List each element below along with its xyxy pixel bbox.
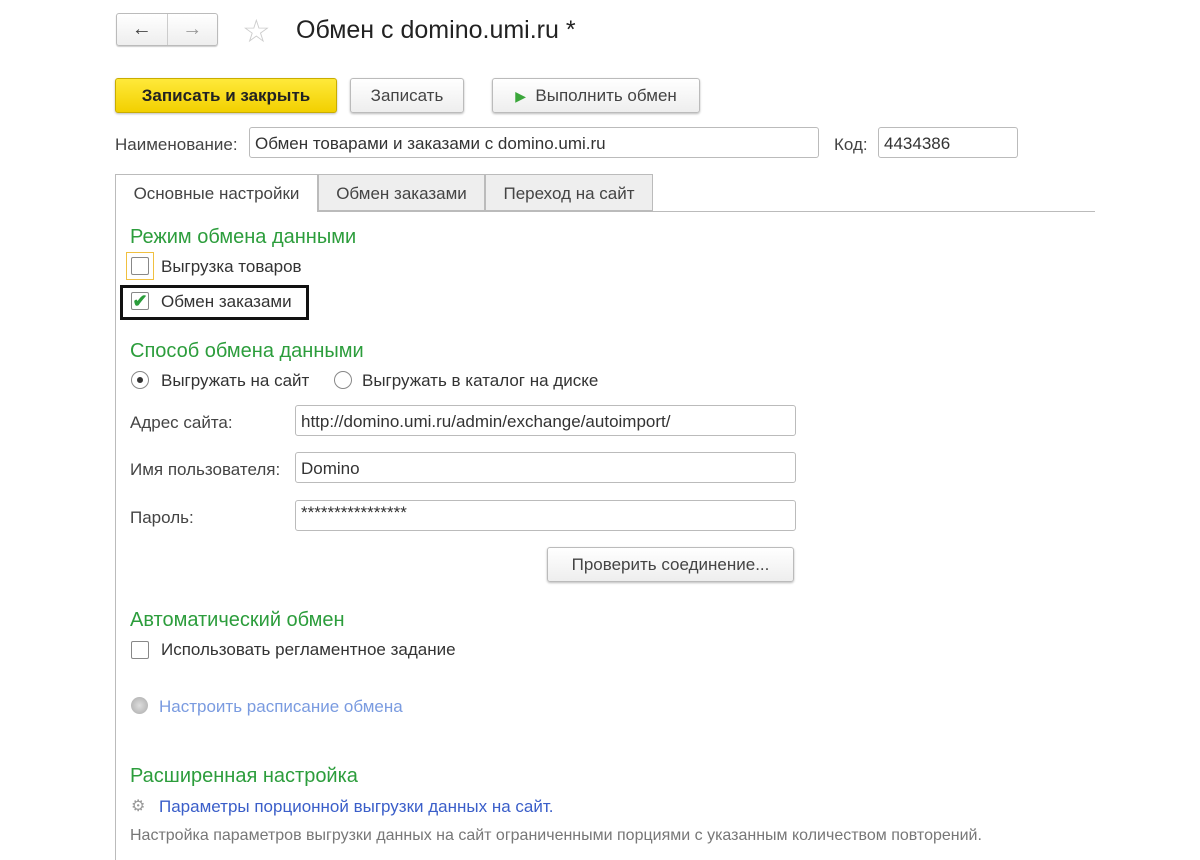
run-exchange-button[interactable]: ▶ Выполнить обмен: [492, 78, 700, 113]
tab-go-to-site[interactable]: Переход на сайт: [485, 174, 653, 211]
radio-upload-site-label: Выгружать на сайт: [161, 371, 310, 390]
radio-upload-disk-label: Выгружать в каталог на диске: [362, 371, 599, 390]
section-method-title: Способ обмена данными: [130, 340, 364, 362]
export-goods-label: Выгрузка товаров: [161, 257, 302, 276]
favorite-star-icon[interactable]: ☆: [242, 12, 271, 50]
page-title: Обмен с domino.umi.ru *: [296, 16, 576, 44]
radio-upload-disk[interactable]: [334, 371, 352, 389]
user-input[interactable]: Domino: [295, 452, 796, 483]
radio-upload-site[interactable]: [131, 371, 149, 389]
settings-gear-icon: ⚙: [131, 798, 146, 815]
orders-label: Обмен заказами: [161, 292, 292, 311]
export-goods-checkbox[interactable]: [131, 257, 149, 275]
address-input[interactable]: http://domino.umi.ru/admin/exchange/auto…: [295, 405, 796, 436]
use-task-checkbox[interactable]: [131, 641, 149, 659]
tab-main-settings[interactable]: Основные настройки: [115, 174, 318, 212]
back-button[interactable]: ←: [117, 14, 167, 45]
user-label: Имя пользователя:: [130, 460, 281, 479]
section-advanced-title: Расширенная настройка: [130, 765, 358, 787]
play-icon: ▶: [515, 88, 526, 104]
nav-buttons: ← →: [116, 13, 218, 46]
tab-orders-exchange[interactable]: Обмен заказами: [318, 174, 485, 211]
content-border: [115, 211, 116, 860]
check-connection-button[interactable]: Проверить соединение...: [547, 547, 794, 582]
section-mode-title: Режим обмена данными: [130, 226, 357, 248]
address-label: Адрес сайта:: [130, 413, 233, 432]
orders-checkbox[interactable]: ✔: [131, 292, 149, 310]
schedule-link[interactable]: Настроить расписание обмена: [159, 697, 403, 717]
save-button[interactable]: Записать: [350, 78, 464, 113]
portion-params-link[interactable]: Параметры порционной выгрузки данных на …: [159, 797, 554, 817]
save-close-button[interactable]: Записать и закрыть: [115, 78, 337, 113]
clock-icon: [131, 697, 148, 714]
section-auto-title: Автоматический обмен: [130, 609, 345, 631]
name-label: Наименование:: [115, 135, 238, 154]
name-input[interactable]: Обмен товарами и заказами с domino.umi.r…: [249, 127, 819, 158]
run-exchange-label: Выполнить обмен: [535, 86, 677, 105]
code-input[interactable]: 4434386: [878, 127, 1018, 158]
advanced-description: Настройка параметров выгрузки данных на …: [130, 827, 982, 844]
password-input[interactable]: ****************: [295, 500, 796, 531]
code-label: Код:: [834, 135, 868, 154]
password-label: Пароль:: [130, 508, 194, 527]
use-task-label: Использовать регламентное задание: [161, 640, 456, 659]
forward-button[interactable]: →: [166, 14, 218, 45]
